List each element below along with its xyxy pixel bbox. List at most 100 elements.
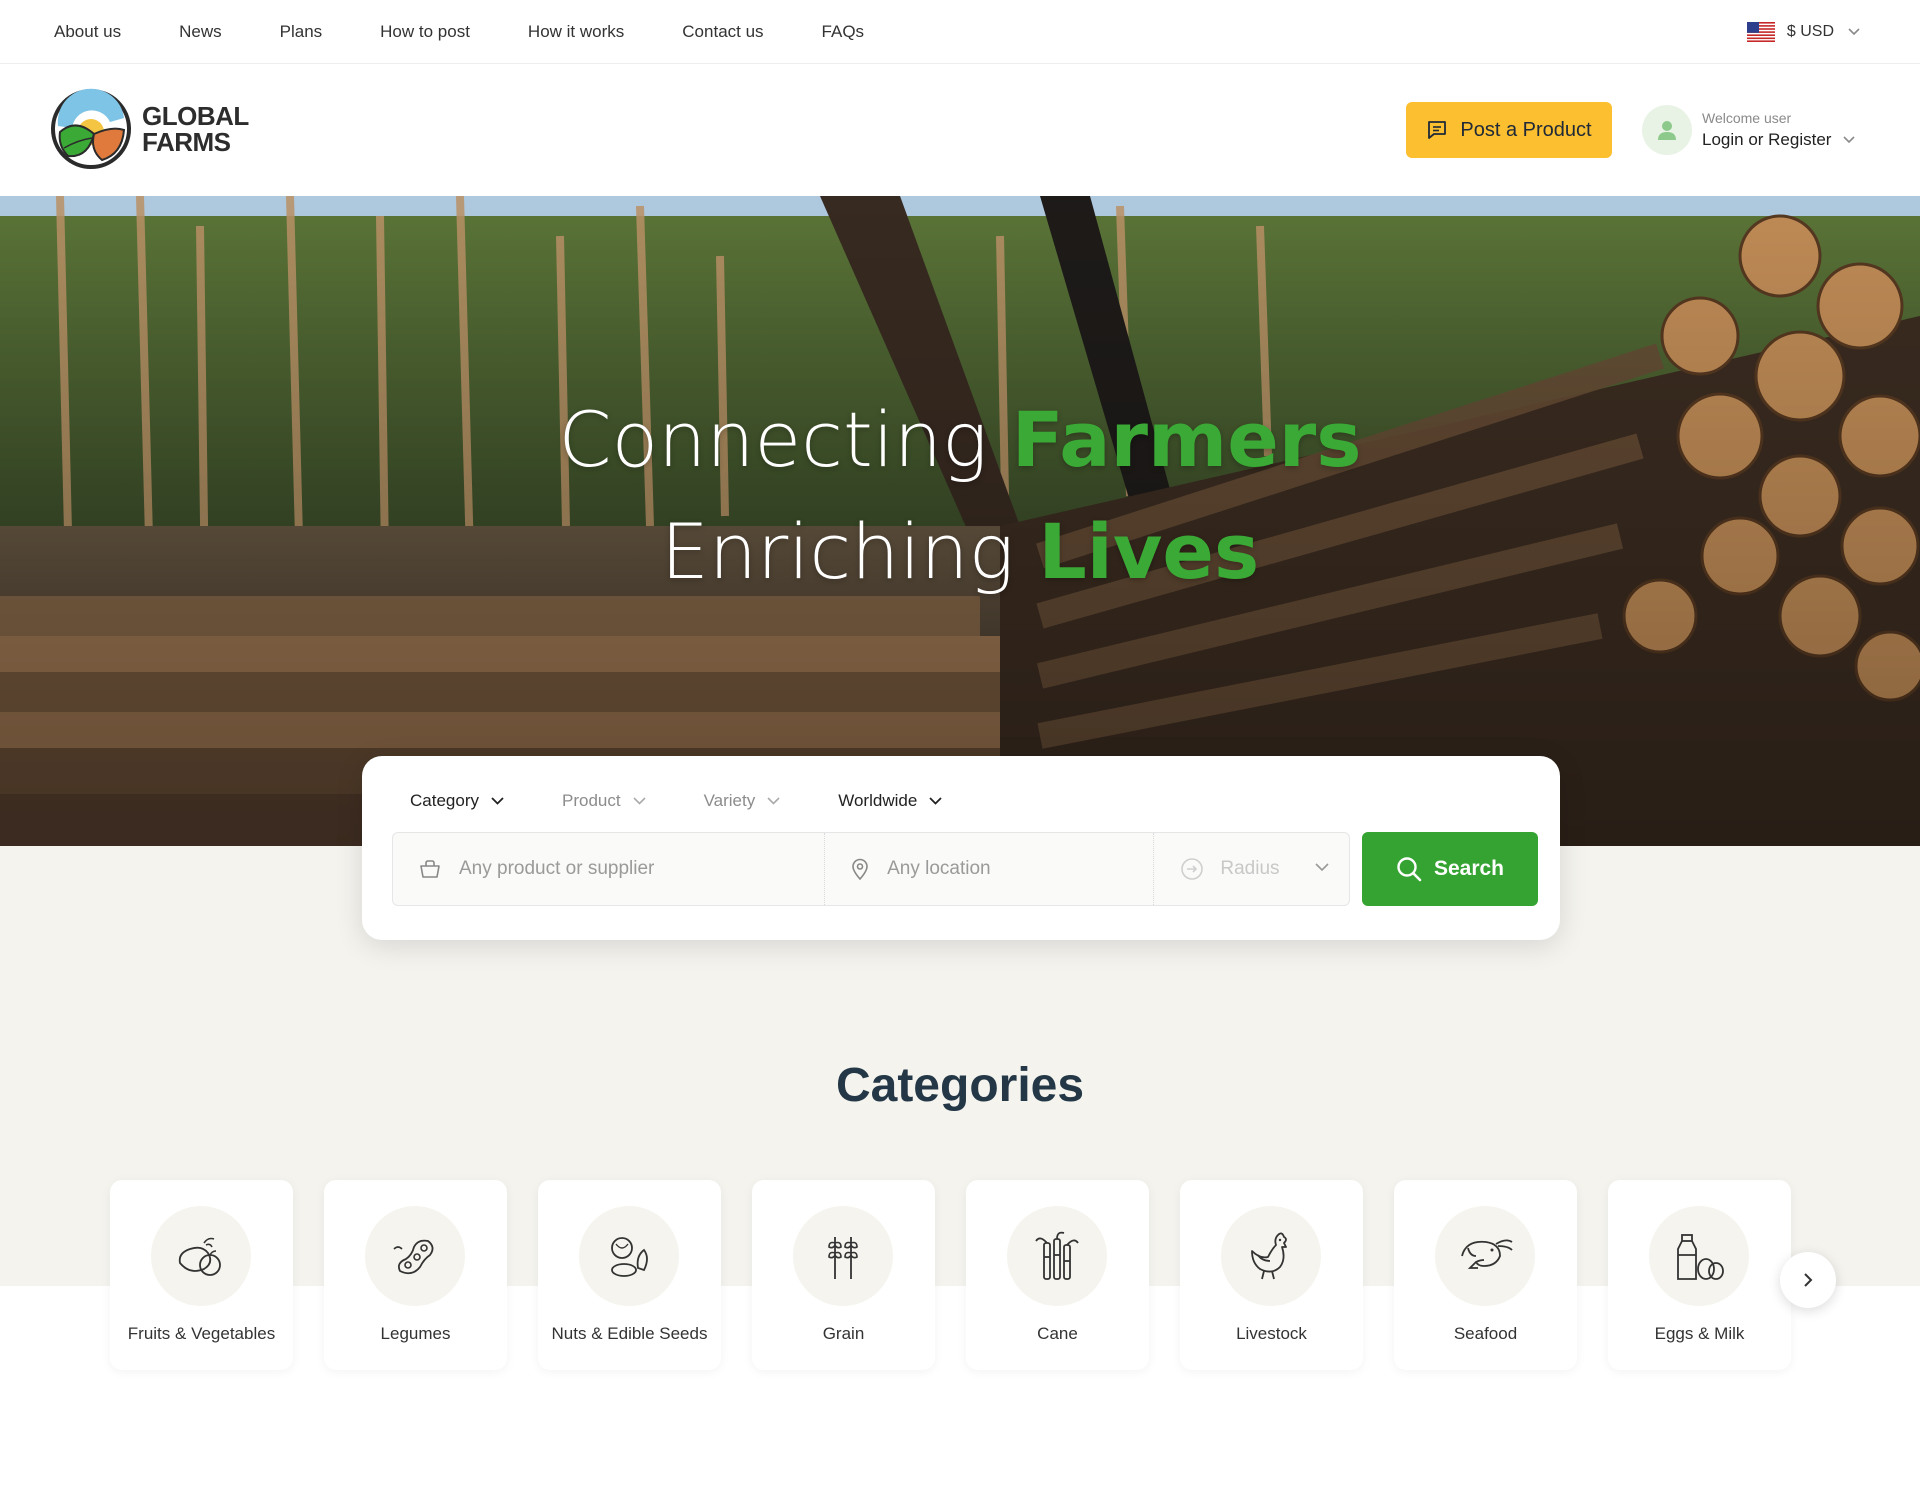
- avatar: [1642, 105, 1692, 155]
- hero-line-1-accent: Farmers: [1011, 395, 1362, 484]
- filter-product[interactable]: Product: [562, 791, 646, 811]
- categories-heading: Categories: [835, 1059, 1085, 1112]
- nuts-seeds-icon: [611, 1237, 648, 1277]
- category-label: Cane: [1037, 1324, 1078, 1343]
- category-icon-circle: [151, 1206, 251, 1306]
- category-card-cane[interactable]: Cane: [966, 1180, 1149, 1370]
- user-icon: [1658, 121, 1676, 140]
- chevron-down-icon: [491, 797, 504, 805]
- global-farms-logo-icon: [51, 88, 131, 169]
- chevron-right-icon: [1804, 1273, 1813, 1287]
- nav-faqs[interactable]: FAQs: [822, 22, 865, 42]
- nav-about-us[interactable]: About us: [54, 22, 121, 42]
- hero-line-2-accent: Lives: [1038, 507, 1260, 596]
- hero-line-1-plain: Connecting: [558, 395, 1012, 484]
- carousel-next-button[interactable]: [1780, 1252, 1836, 1308]
- fruits-vegetables-icon: [178, 1237, 221, 1276]
- radius-selector[interactable]: Radius: [1153, 833, 1349, 905]
- filter-variety-label: Variety: [703, 791, 756, 810]
- nav-how-to-post[interactable]: How to post: [380, 22, 470, 42]
- chevron-down-icon: [633, 797, 646, 805]
- category-icon-circle: [793, 1206, 893, 1306]
- top-nav: About us News Plans How to post How it w…: [54, 0, 922, 64]
- category-card-fruits-vegetables[interactable]: Fruits & Vegetables: [110, 1180, 293, 1370]
- welcome-text: Welcome user: [1702, 110, 1792, 126]
- hero-banner: Connecting Farmers Enriching Lives: [0, 196, 1920, 846]
- filter-category-label: Category: [410, 791, 479, 810]
- category-icon-circle: [1007, 1206, 1107, 1306]
- chevron-down-icon: [1848, 28, 1860, 36]
- brand-logo[interactable]: GLOBAL FARMS: [50, 88, 249, 170]
- category-icon-circle: [1435, 1206, 1535, 1306]
- location-search-input[interactable]: [885, 857, 1154, 881]
- category-card-seafood[interactable]: Seafood: [1394, 1180, 1577, 1370]
- category-icon-circle: [365, 1206, 465, 1306]
- post-product-button[interactable]: Post a Product: [1406, 102, 1612, 158]
- chevron-down-icon: [929, 797, 942, 805]
- filter-worldwide[interactable]: Worldwide: [838, 791, 942, 811]
- category-card-eggs-milk[interactable]: Eggs & Milk: [1608, 1180, 1791, 1370]
- category-card-legumes[interactable]: Legumes: [324, 1180, 507, 1370]
- account-text: Welcome user Login or Register: [1702, 110, 1856, 150]
- category-carousel: Fruits & Vegetables Legumes Nuts & Edibl…: [110, 1180, 1822, 1370]
- product-search-input[interactable]: [457, 857, 825, 881]
- hero-line-1: Connecting Farmers: [0, 384, 1920, 496]
- basket-icon: [420, 860, 440, 878]
- radius-label: Radius: [1220, 858, 1280, 879]
- location-search-segment: [824, 833, 1154, 905]
- currency-label: $ USD: [1786, 23, 1834, 40]
- category-label: Fruits & Vegetables: [127, 1324, 276, 1343]
- category-icon-circle: [579, 1206, 679, 1306]
- category-label: Grain: [822, 1324, 865, 1343]
- top-utility-bar: About us News Plans How to post How it w…: [0, 0, 1920, 64]
- main-header: GLOBAL FARMS Post a Product Welcome user…: [0, 64, 1920, 196]
- radius-icon: [1181, 858, 1204, 880]
- location-pin-icon: [852, 858, 868, 880]
- search-button-label: Search: [1433, 857, 1505, 880]
- category-label: Eggs & Milk: [1654, 1324, 1745, 1343]
- product-search-segment: [393, 833, 825, 905]
- search-panel: Category Product Variety Worldwide Any p…: [362, 756, 1560, 940]
- category-label: Seafood: [1453, 1324, 1518, 1343]
- currency-selector[interactable]: $ USD: [1746, 20, 1860, 44]
- hero-line-2-plain: Enriching: [660, 507, 1039, 596]
- legumes-icon: [393, 1239, 434, 1275]
- seafood-icon: [1461, 1239, 1513, 1269]
- filter-worldwide-label: Worldwide: [838, 791, 918, 810]
- eggs-milk-icon: [1677, 1234, 1724, 1280]
- brand-line-2: FARMS: [142, 127, 231, 157]
- category-label: Legumes: [380, 1324, 451, 1343]
- category-card-nuts-seeds[interactable]: Nuts & Edible Seeds: [538, 1180, 721, 1370]
- login-register-label: Login or Register: [1702, 130, 1832, 149]
- account-menu[interactable]: Welcome user Login or Register: [1642, 102, 1856, 158]
- filter-variety[interactable]: Variety: [704, 791, 781, 811]
- nav-contact-us[interactable]: Contact us: [682, 22, 763, 42]
- hero-line-2: Enriching Lives: [0, 496, 1920, 608]
- search-filters: Category Product Variety Worldwide: [410, 784, 1000, 818]
- login-register-link[interactable]: Login or Register: [1702, 130, 1856, 150]
- filter-category[interactable]: Category: [410, 791, 504, 811]
- category-label: Livestock: [1236, 1324, 1307, 1343]
- search-icon: [1397, 857, 1422, 882]
- post-product-label: Post a Product: [1460, 118, 1592, 141]
- grain-icon: [828, 1237, 858, 1279]
- nav-how-it-works[interactable]: How it works: [528, 22, 624, 42]
- category-card-grain[interactable]: Grain: [752, 1180, 935, 1370]
- chevron-down-icon: [1843, 136, 1856, 144]
- search-input-row: Radius: [392, 832, 1350, 906]
- category-icon-circle: [1221, 1206, 1321, 1306]
- livestock-icon: [1251, 1232, 1287, 1280]
- chevron-down-icon: [1315, 863, 1329, 872]
- category-icon-circle: [1649, 1206, 1749, 1306]
- search-button[interactable]: Search: [1362, 832, 1538, 906]
- category-card-livestock[interactable]: Livestock: [1180, 1180, 1363, 1370]
- us-flag-icon: [1746, 22, 1775, 42]
- nav-plans[interactable]: Plans: [280, 22, 323, 42]
- brand-name: GLOBAL FARMS: [142, 103, 249, 155]
- hero-headline: Connecting Farmers Enriching Lives: [0, 384, 1920, 608]
- category-label: Nuts & Edible Seeds: [551, 1324, 708, 1343]
- filter-product-label: Product: [561, 791, 621, 810]
- nav-news[interactable]: News: [179, 22, 222, 42]
- chevron-down-icon: [767, 797, 780, 805]
- message-icon: [1428, 121, 1447, 139]
